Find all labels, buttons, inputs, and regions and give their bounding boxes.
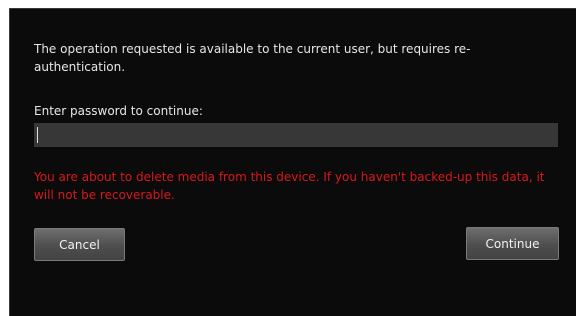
cancel-button[interactable]: Cancel	[34, 228, 125, 261]
password-label: Enter password to continue:	[34, 104, 203, 118]
reauth-dialog: The operation requested is available to …	[9, 8, 576, 316]
text-caret	[37, 127, 38, 143]
reauth-message: The operation requested is available to …	[34, 42, 471, 74]
password-input[interactable]	[34, 123, 558, 147]
delete-warning: You are about to delete media from this …	[34, 170, 545, 202]
continue-button[interactable]: Continue	[466, 227, 559, 260]
